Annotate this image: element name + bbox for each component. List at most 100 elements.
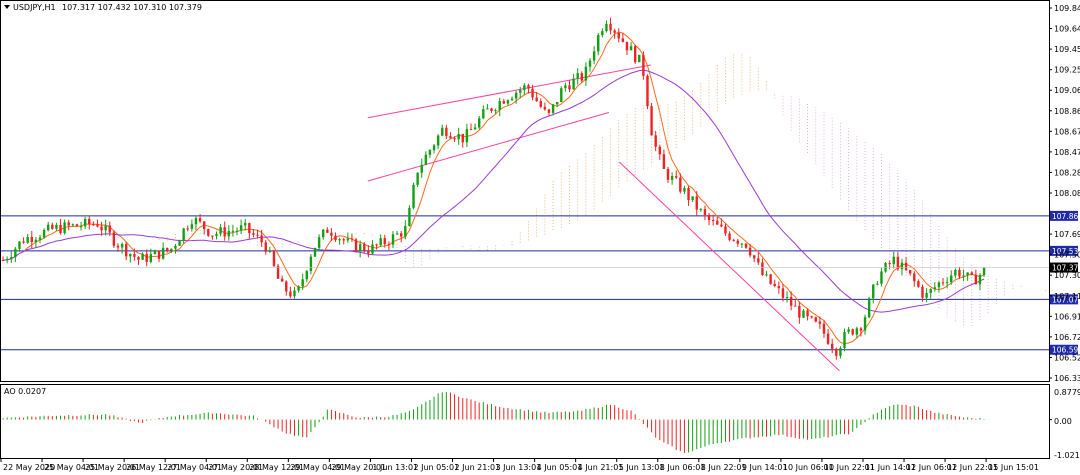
candle-body xyxy=(773,283,776,287)
candle-body xyxy=(227,230,231,237)
candle xyxy=(650,102,653,136)
candle-body xyxy=(178,240,181,246)
candle-body xyxy=(202,221,206,230)
candle-body xyxy=(917,281,920,287)
ao-axis-bottom-label: -1.021 xyxy=(1054,451,1080,460)
candle-body xyxy=(42,230,46,238)
candle-body xyxy=(802,310,805,318)
candle-body xyxy=(982,267,986,275)
candle-body xyxy=(638,54,641,63)
time-tick-label: 2 Jun 05:01 xyxy=(413,463,459,472)
candle-body xyxy=(420,164,423,173)
candle-body xyxy=(777,286,781,289)
candle-body xyxy=(297,286,300,291)
candle-body xyxy=(962,275,965,277)
candle-body xyxy=(851,329,854,335)
candle-body xyxy=(379,238,382,246)
candle-body xyxy=(301,279,304,287)
candle-body xyxy=(966,272,969,276)
candle-body xyxy=(112,232,116,246)
candle-body xyxy=(289,291,292,297)
candle xyxy=(276,263,280,279)
candle-body xyxy=(818,321,822,324)
candle-body xyxy=(658,146,661,155)
candle-body xyxy=(876,283,879,285)
candle-body xyxy=(679,177,682,192)
candle-body xyxy=(687,187,690,201)
candle-body xyxy=(650,106,653,136)
candle-body xyxy=(285,281,288,292)
candle-body xyxy=(1,260,5,262)
candle-body xyxy=(272,250,276,266)
candle-body xyxy=(313,247,317,257)
candle-body xyxy=(186,228,189,230)
candle-body xyxy=(441,127,444,136)
candle-body xyxy=(740,243,744,245)
candle-body xyxy=(510,98,514,101)
candle-body xyxy=(194,218,198,225)
candle-body xyxy=(748,247,752,256)
candle-body xyxy=(354,239,358,252)
candle-body xyxy=(494,110,497,112)
candle-body xyxy=(120,244,124,248)
candle-body xyxy=(182,228,185,241)
candle-body xyxy=(59,224,62,234)
chart-canvas: 107.869107.537107.077106.599 109.841109.… xyxy=(0,0,1080,475)
candle-body xyxy=(539,101,542,107)
candle-body xyxy=(732,239,735,241)
candle-body xyxy=(621,38,625,42)
candle xyxy=(412,182,415,210)
candle-body xyxy=(137,256,140,260)
candle-body xyxy=(814,317,817,322)
candle-body xyxy=(863,317,867,331)
candle-body xyxy=(502,101,506,104)
candle-body xyxy=(400,233,403,237)
candle xyxy=(207,228,210,237)
time-tick-label: 8 Jun 06:01 xyxy=(660,463,706,472)
candle-body xyxy=(141,253,144,260)
candle xyxy=(408,205,411,227)
candle-body xyxy=(711,219,715,221)
candle-body xyxy=(338,239,341,241)
candle-body xyxy=(26,236,29,243)
candle-body xyxy=(330,232,333,236)
candle-body xyxy=(822,323,826,334)
price-tick-label: 106.526 xyxy=(1054,353,1080,362)
candle-body xyxy=(309,256,313,272)
price-tick-label: 107.111 xyxy=(1054,292,1080,301)
candle-body xyxy=(859,328,863,331)
candle-body xyxy=(642,54,645,76)
candle xyxy=(646,74,649,110)
candle-body xyxy=(92,224,95,226)
candle-body xyxy=(506,100,510,104)
price-tick-label: 109.646 xyxy=(1054,25,1080,34)
time-tick-label: 2 Jun 21:01 xyxy=(455,463,501,472)
candle-body xyxy=(465,129,469,143)
candle-body xyxy=(432,145,436,151)
price-tick-label: 107.306 xyxy=(1054,271,1080,280)
candle-body xyxy=(174,245,177,249)
price-tick-label: 108.866 xyxy=(1054,107,1080,116)
candle-body xyxy=(18,241,21,249)
candle-body xyxy=(190,224,194,229)
candle-body xyxy=(654,135,657,147)
candle-body xyxy=(244,223,247,226)
candle-body xyxy=(843,332,846,349)
candle xyxy=(638,54,641,63)
candle-body xyxy=(486,108,489,110)
time-tick-label: 3 Jun 13:01 xyxy=(496,463,542,472)
candle-body xyxy=(781,288,785,298)
price-tick-label: 108.476 xyxy=(1054,148,1080,157)
candle-body xyxy=(88,218,91,225)
candle-body xyxy=(412,184,415,208)
candle-body xyxy=(605,23,608,32)
candle-body xyxy=(342,239,345,241)
candle-body xyxy=(543,106,547,110)
candle-body xyxy=(256,234,259,236)
candle-body xyxy=(789,297,793,306)
candle-body xyxy=(133,254,136,257)
candle-body xyxy=(453,138,456,140)
candle-body xyxy=(424,154,428,165)
candle-body xyxy=(670,176,674,180)
candle-body xyxy=(10,257,13,260)
